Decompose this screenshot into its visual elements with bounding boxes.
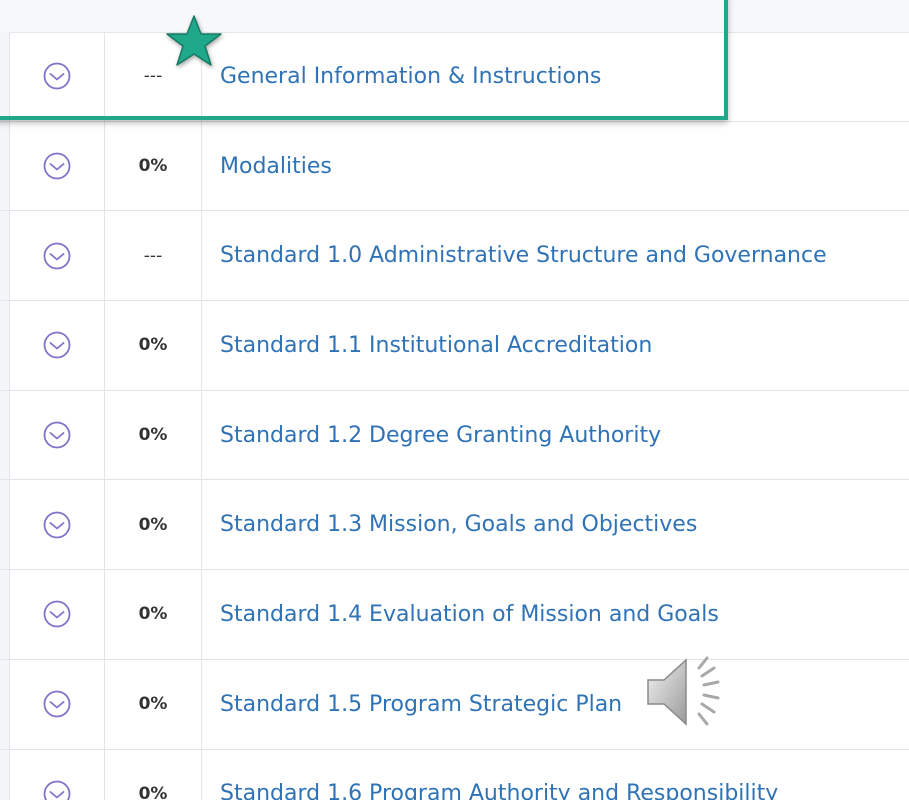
standard-title-link[interactable]: Standard 1.2 Degree Granting Authority <box>220 391 909 480</box>
standard-title-link[interactable]: Standard 1.4 Evaluation of Mission and G… <box>220 570 909 659</box>
clock-icon <box>9 660 104 749</box>
clock-icon <box>9 32 104 121</box>
standard-title-link[interactable]: Standard 1.3 Mission, Goals and Objectiv… <box>220 480 909 569</box>
standard-title-link[interactable]: Standard 1.5 Program Strategic Plan <box>220 660 909 749</box>
standard-title-link[interactable]: Standard 1.1 Institutional Accreditation <box>220 301 909 390</box>
clock-icon <box>9 750 104 800</box>
table-row[interactable]: --- General Information & Instructions <box>0 32 909 122</box>
standards-table: --- General Information & Instructions 0… <box>0 32 909 800</box>
table-row[interactable]: 0% Standard 1.2 Degree Granting Authorit… <box>0 391 909 481</box>
clock-icon <box>9 211 104 300</box>
progress-percent: 0% <box>138 783 168 800</box>
table-row[interactable]: --- Standard 1.0 Administrative Structur… <box>0 211 909 302</box>
star-icon <box>166 15 222 66</box>
standard-title-link[interactable]: Standard 1.6 Program Authority and Respo… <box>220 750 909 800</box>
table-row[interactable]: 0% Modalities <box>0 122 909 212</box>
progress-percent: 0% <box>138 604 168 625</box>
progress-percent: --- <box>143 245 163 266</box>
table-row[interactable]: 0% Standard 1.3 Mission, Goals and Objec… <box>0 480 909 571</box>
progress-percent: 0% <box>138 156 168 177</box>
table-row[interactable]: 0% Standard 1.6 Program Authority and Re… <box>0 750 909 800</box>
progress-percent: 0% <box>138 514 168 535</box>
speaker-icon[interactable] <box>644 652 730 732</box>
table-row[interactable]: 0% Standard 1.4 Evaluation of Mission an… <box>0 570 909 660</box>
clock-icon <box>9 391 104 480</box>
clock-icon <box>9 480 104 569</box>
progress-percent: 0% <box>138 335 168 356</box>
clock-icon <box>9 301 104 390</box>
table-row[interactable]: 0% Standard 1.1 Institutional Accreditat… <box>0 301 909 391</box>
top-bar <box>0 0 909 33</box>
page: --- General Information & Instructions 0… <box>0 0 909 800</box>
standard-title-link[interactable]: General Information & Instructions <box>220 32 909 121</box>
progress-percent: 0% <box>138 425 168 446</box>
clock-icon <box>9 570 104 659</box>
standard-title-link[interactable]: Standard 1.0 Administrative Structure an… <box>220 211 909 300</box>
clock-icon <box>9 122 104 211</box>
table-row[interactable]: 0% Standard 1.5 Program Strategic Plan <box>0 660 909 750</box>
standard-title-link[interactable]: Modalities <box>220 122 909 211</box>
progress-percent: 0% <box>138 694 168 715</box>
